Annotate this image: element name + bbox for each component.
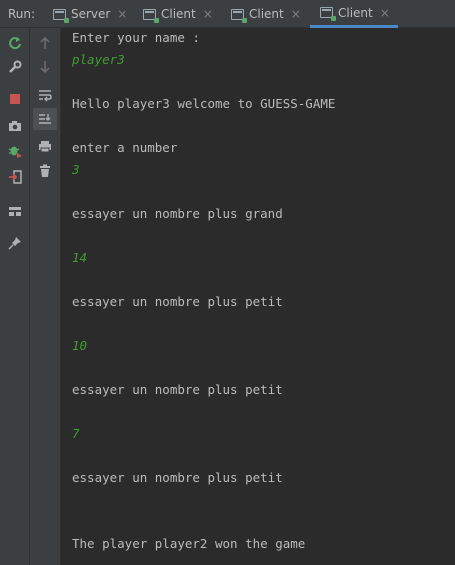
print-icon[interactable] (36, 137, 54, 155)
console-line: essayer un nombre plus petit (72, 470, 283, 485)
tab-label: Client (249, 7, 284, 21)
tab-label: Server (71, 7, 111, 21)
console-icon (53, 8, 69, 23)
close-icon[interactable]: × (117, 7, 127, 21)
layout-icon[interactable] (6, 202, 24, 220)
console-line: The player player2 won the game (72, 536, 306, 551)
console-input-line: player3 (72, 52, 125, 67)
console-input-line: 3 (72, 162, 80, 177)
console-line: essayer un nombre plus petit (72, 382, 283, 397)
console-line: Hello player3 welcome to GUESS-GAME (72, 96, 336, 111)
wrench-icon[interactable] (6, 58, 24, 76)
tab-client-1[interactable]: Client × (143, 0, 213, 28)
soft-wrap-icon[interactable] (36, 86, 54, 104)
import-icon[interactable] (6, 168, 24, 186)
camera-icon[interactable] (6, 117, 24, 135)
console-line: essayer un nombre plus grand (72, 206, 283, 221)
tab-client-3[interactable]: Client × (310, 0, 398, 28)
tab-client-2[interactable]: Client × (231, 0, 301, 28)
console-line: essayer un nombre plus petit (72, 294, 283, 309)
close-icon[interactable]: × (380, 6, 390, 20)
console-input-line: 10 (72, 338, 88, 353)
console-icon (320, 7, 336, 21)
arrow-up-icon[interactable] (36, 34, 54, 52)
run-toolbar (0, 28, 30, 565)
pin-icon[interactable] (6, 234, 24, 252)
console-icon (143, 8, 159, 23)
close-icon[interactable]: × (291, 7, 301, 21)
tab-server[interactable]: Server × (53, 0, 127, 28)
arrow-down-icon[interactable] (36, 58, 54, 76)
tab-label: Client (338, 5, 373, 20)
console-toolbar (30, 28, 61, 565)
console-icon (231, 8, 247, 23)
console-output[interactable]: Enter your name : player3 Hello player3 … (61, 28, 455, 565)
tab-label: Client (161, 7, 196, 21)
run-tab-bar: Run: Server × Client × Client × Client × (0, 0, 455, 28)
stop-icon[interactable] (6, 90, 24, 108)
rerun-icon[interactable] (6, 34, 24, 52)
console-input-line: 14 (72, 250, 88, 265)
console-line: Enter your name : (72, 30, 200, 45)
bug-icon[interactable] (6, 142, 24, 160)
scroll-to-end-icon[interactable] (33, 108, 57, 130)
trash-icon[interactable] (36, 162, 54, 180)
run-label: Run: (8, 7, 36, 21)
console-input-line: 7 (72, 426, 80, 441)
close-icon[interactable]: × (203, 7, 213, 21)
console-line: enter a number (72, 140, 178, 155)
